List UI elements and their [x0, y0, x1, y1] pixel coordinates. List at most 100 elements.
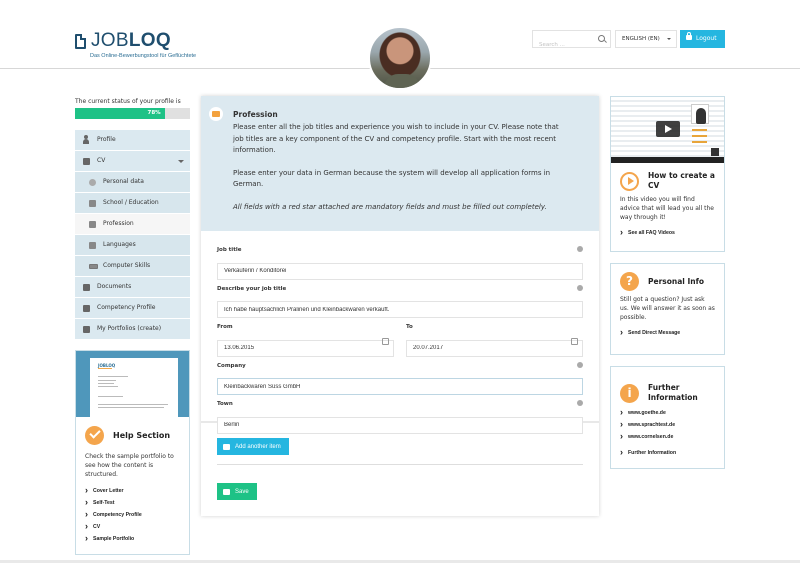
company-field: Company [217, 361, 583, 395]
help-links: Cover Letter Self-Test Competency Profil… [85, 484, 142, 545]
video-player[interactable] [611, 97, 724, 163]
to-date-field: To [406, 322, 583, 357]
search-box[interactable] [532, 30, 611, 53]
description-field: Describe your job title [217, 284, 583, 318]
from-date-field: From [217, 322, 394, 357]
video-control-bar[interactable] [611, 157, 724, 163]
info-icon[interactable] [577, 284, 583, 291]
search-input[interactable] [533, 37, 593, 53]
video-thumbnail-photo [691, 104, 709, 124]
town-field: Town [217, 399, 583, 434]
sidebar-item-label: Languages [103, 241, 136, 248]
to-date-input[interactable] [406, 339, 583, 357]
company-input[interactable] [217, 378, 583, 395]
job-title-label: Job title [217, 247, 242, 253]
profession-form-panel: Profession Please enter all the job titl… [201, 96, 599, 516]
language-select[interactable]: ENGLISH (EN) [615, 30, 677, 48]
link-send-direct-message[interactable]: Send Direct Message [620, 326, 715, 339]
personal-info-text: Still got a question? Just ask us. We wi… [620, 296, 715, 321]
from-label: From [217, 324, 233, 330]
job-title-field: Job title [217, 245, 583, 280]
logo-document-icon [75, 33, 86, 49]
sidebar-item-computer-skills[interactable]: Computer Skills [75, 256, 190, 277]
sidebar-item-label: Competency Profile [97, 304, 156, 311]
document-accent-line [98, 368, 112, 369]
link-further-information[interactable]: Further Information [620, 446, 715, 459]
job-entry-form: Job title Describe your job title From T… [201, 231, 599, 434]
save-label: Save [235, 488, 249, 495]
sidebar-item-languages[interactable]: Languages [75, 235, 190, 256]
intro-paragraph: Please enter all the job titles and expe… [233, 123, 559, 154]
info-icon[interactable] [577, 246, 583, 252]
sidebar-item-personal-data[interactable]: Personal data [75, 172, 190, 193]
description-input[interactable] [217, 301, 583, 318]
save-button[interactable]: Save [217, 483, 257, 500]
search-icon[interactable] [598, 35, 605, 42]
add-item-label: Add another item [235, 443, 281, 450]
company-label: Company [217, 362, 246, 369]
logo-text: JOBLOQ [91, 30, 171, 51]
profile-progress-fill: 78% [75, 108, 165, 119]
document-line [98, 386, 118, 387]
logout-label: Logout [696, 35, 717, 42]
mandatory-note: All fields with a red star attached are … [233, 202, 547, 211]
language-value: ENGLISH (EN) [622, 36, 660, 42]
personal-data-icon [89, 179, 96, 186]
link-cover-letter[interactable]: Cover Letter [85, 484, 142, 497]
link-competency-profile[interactable]: Competency Profile [85, 508, 142, 521]
question-icon: ? [620, 272, 639, 291]
chevron-down-icon [178, 160, 184, 163]
help-section-card: JOBLOQ Help Section Check the sample por… [75, 350, 190, 555]
sidebar-item-cv[interactable]: CV [75, 151, 190, 172]
play-button[interactable] [656, 121, 680, 137]
sidebar-item-school-education[interactable]: School / Education [75, 193, 190, 214]
link-see-all-faq-videos[interactable]: See all FAQ Videos [620, 226, 715, 239]
sidebar-item-profession[interactable]: Profession [75, 214, 190, 235]
sidebar-item-my-portfolios[interactable]: My Portfolios (create) [75, 319, 190, 340]
link-sample-portfolio[interactable]: Sample Portfolio [85, 532, 142, 545]
intro-paragraph: Please enter your data in German because… [233, 168, 551, 189]
from-date-input[interactable] [217, 339, 394, 357]
logout-button[interactable]: Logout [680, 30, 725, 48]
folder-icon [83, 305, 90, 312]
briefcase-icon [209, 107, 223, 121]
laptop-icon [89, 264, 98, 269]
add-another-item-button[interactable]: Add another item [217, 438, 289, 455]
video-card-title: How to create a CV [648, 171, 715, 190]
link-cv[interactable]: CV [85, 520, 142, 533]
sidebar-item-label: My Portfolios (create) [97, 325, 162, 332]
sidebar-item-documents[interactable]: Documents [75, 277, 190, 298]
sample-portfolio-thumbnail[interactable]: JOBLOQ [76, 351, 189, 417]
sidebar-item-label: Documents [97, 283, 132, 290]
link-cornelsen[interactable]: www.cornelsen.de [620, 430, 715, 443]
calendar-icon[interactable] [382, 338, 389, 345]
document-line [98, 396, 123, 397]
personal-info-card: ? Personal Info Still got a question? Ju… [610, 263, 725, 355]
job-title-input[interactable] [217, 262, 583, 280]
info-icon[interactable] [577, 400, 583, 406]
user-avatar[interactable] [368, 26, 432, 90]
video-card-text: In this video you will find advice that … [620, 196, 714, 221]
link-goethe[interactable]: www.goethe.de [620, 406, 715, 419]
section-title: Profession [233, 110, 278, 119]
town-input[interactable] [217, 416, 583, 434]
further-info-title: Further Information [648, 383, 698, 402]
link-sprachtest[interactable]: www.sprachtest.de [620, 418, 715, 431]
help-section-title: Help Section [113, 431, 171, 440]
info-icon[interactable] [577, 361, 583, 368]
fullscreen-icon[interactable] [711, 148, 719, 156]
video-thumbnail-bar [692, 141, 707, 143]
profile-status-label: The current status of your profile is [75, 98, 181, 105]
chevron-down-icon [667, 38, 671, 40]
video-card: How to create a CV In this video you wil… [610, 96, 725, 252]
logo[interactable]: JOBLOQ [75, 30, 171, 51]
calendar-icon[interactable] [571, 338, 578, 345]
link-self-test[interactable]: Self-Test [85, 496, 142, 509]
briefcase-icon [223, 443, 230, 450]
sidebar-item-profile[interactable]: Profile [75, 130, 190, 151]
check-icon [85, 426, 104, 445]
sidebar-item-label: School / Education [103, 199, 159, 206]
profile-progress-bar: 78% [75, 108, 190, 119]
sidebar-item-competency-profile[interactable]: Competency Profile [75, 298, 190, 319]
tagline: Das Online-Bewerbungstool für Geflüchtet… [90, 53, 197, 59]
